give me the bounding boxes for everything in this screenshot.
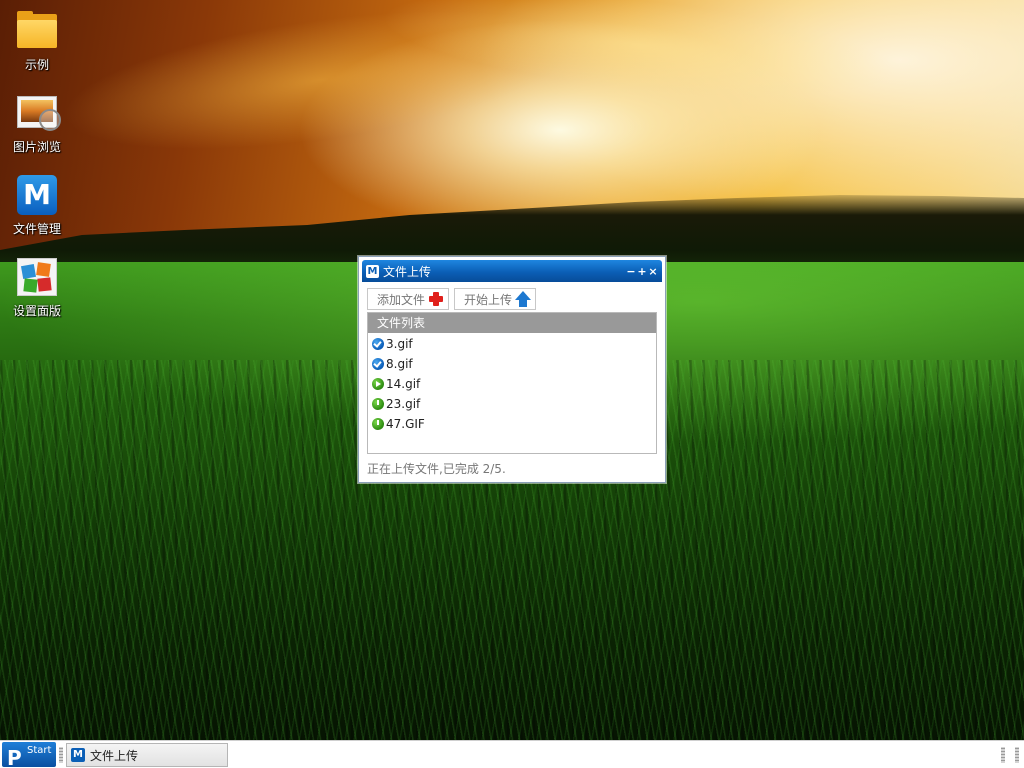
file-list-item[interactable]: 47.GIF — [368, 414, 656, 434]
desktop-icon-file-manager[interactable]: M 文件管理 — [4, 174, 70, 237]
check-icon — [372, 338, 384, 350]
file-list-item[interactable]: 14.gif — [368, 374, 656, 394]
file-manager-icon: M — [14, 174, 60, 216]
taskbar: P Start M 文件上传 — [0, 740, 1024, 768]
taskbar-item-file-upload[interactable]: M 文件上传 — [66, 743, 228, 767]
pending-icon — [372, 418, 384, 430]
upload-status-text: 正在上传文件,已完成 2/5. — [367, 462, 506, 476]
taskbar-grip-icon[interactable] — [1015, 747, 1019, 763]
desktop-icon-label: 文件管理 — [12, 222, 61, 236]
desktop-icon-settings-panel[interactable]: 设置面版 — [4, 256, 70, 319]
file-name: 3.gif — [386, 337, 413, 351]
desktop-icon-label: 示例 — [24, 58, 49, 72]
upload-toolbar: 添加文件 开始上传 — [359, 282, 665, 310]
minimize-icon[interactable]: − — [626, 265, 636, 278]
file-list-item[interactable]: 23.gif — [368, 394, 656, 414]
taskbar-item-label: 文件上传 — [90, 748, 139, 763]
add-file-button[interactable]: 添加文件 — [367, 288, 450, 310]
app-logo-icon: M — [71, 748, 85, 762]
folder-icon — [14, 10, 60, 52]
start-upload-label: 开始上传 — [464, 292, 513, 307]
desktop-icon-label: 设置面版 — [12, 304, 61, 318]
file-name: 14.gif — [386, 377, 421, 391]
taskbar-grip-icon[interactable] — [59, 747, 63, 763]
file-list-item[interactable]: 8.gif — [368, 354, 656, 374]
maximize-icon[interactable]: + — [637, 265, 647, 278]
file-list-item[interactable]: 3.gif — [368, 334, 656, 354]
window-title: 文件上传 — [383, 264, 432, 279]
file-list: 文件列表 3.gif 8.gif 14.gif 23.gif 47.GIF — [367, 312, 657, 454]
pending-icon — [372, 398, 384, 410]
app-logo-icon: M — [366, 264, 379, 278]
desktop-icon-image-viewer[interactable]: 图片浏览 — [4, 92, 70, 155]
start-upload-button[interactable]: 开始上传 — [454, 288, 537, 310]
close-icon[interactable]: × — [648, 265, 658, 278]
start-button[interactable]: P Start — [2, 742, 56, 768]
add-file-label: 添加文件 — [377, 292, 426, 307]
desktop-icon-label: 图片浏览 — [12, 140, 61, 154]
file-name: 47.GIF — [386, 417, 425, 431]
check-icon — [372, 358, 384, 370]
window-titlebar[interactable]: M 文件上传 − + × — [362, 260, 662, 282]
red-plus-icon — [428, 291, 444, 307]
file-name: 8.gif — [386, 357, 413, 371]
start-label: Start — [27, 745, 52, 756]
taskbar-grip-icon[interactable] — [1001, 747, 1005, 763]
start-logo-icon: P — [7, 746, 22, 768]
file-upload-window: M 文件上传 − + × 添加文件 开始上传 文件列表 3.gif 8.gif — [358, 256, 666, 483]
settings-panel-icon — [14, 256, 60, 298]
file-list-header: 文件列表 — [368, 313, 656, 333]
play-icon — [372, 378, 384, 390]
desktop-icon-examples[interactable]: 示例 — [4, 10, 70, 73]
file-name: 23.gif — [386, 397, 421, 411]
image-viewer-icon — [14, 92, 61, 134]
blue-up-arrow-icon — [515, 290, 532, 308]
